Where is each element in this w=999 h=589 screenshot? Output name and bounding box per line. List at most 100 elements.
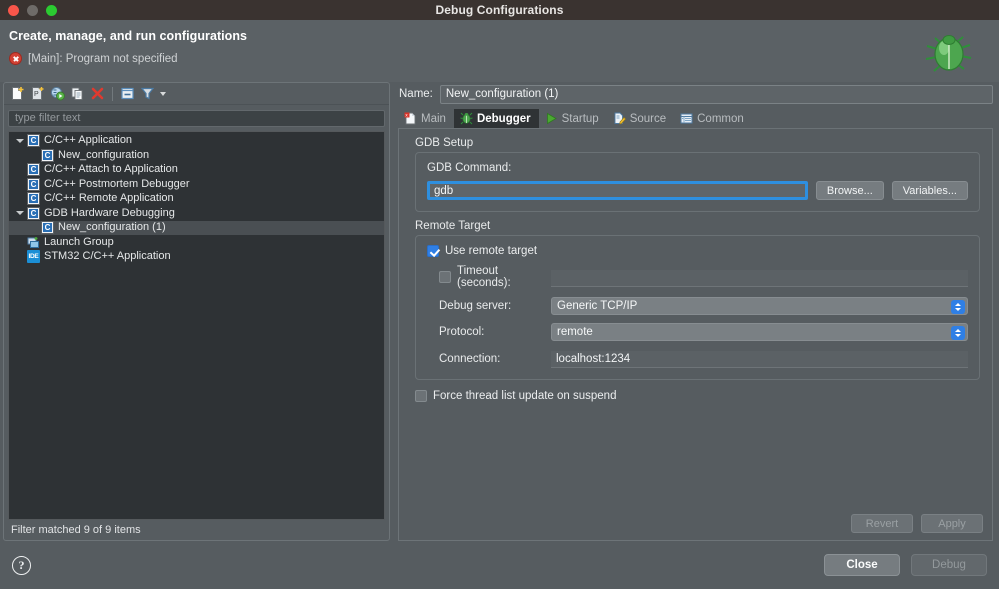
remote-target-title: Remote Target xyxy=(415,220,992,232)
configuration-editor: Name: xMain Debugger Startup Source Common G… xyxy=(394,82,996,541)
tree-item[interactable]: IDESTM32 C/C++ Application xyxy=(9,250,384,265)
tree-item[interactable]: New_configuration xyxy=(9,148,384,163)
force-thread-update-checkbox[interactable] xyxy=(415,390,427,402)
tree-item-label: STM32 C/C++ Application xyxy=(44,250,171,263)
force-thread-update-row[interactable]: Force thread list update on suspend xyxy=(415,390,992,402)
tree-item[interactable]: C/C++ Attach to Application xyxy=(9,163,384,178)
c-config-icon xyxy=(27,163,40,176)
page-title: Create, manage, and run configurations xyxy=(9,29,999,43)
timeout-checkbox[interactable] xyxy=(439,271,451,283)
filter-status: Filter matched 9 of 9 items xyxy=(4,520,389,540)
use-remote-target-checkbox[interactable] xyxy=(427,245,439,257)
tree-item[interactable]: GDB Hardware Debugging xyxy=(9,206,384,221)
tab-label: Debugger xyxy=(477,113,531,125)
remote-target-group: Use remote target Timeout (seconds): Deb… xyxy=(415,235,980,380)
configurations-tree[interactable]: C/C++ ApplicationNew_configurationC/C++ … xyxy=(8,131,385,521)
chevron-down-icon[interactable] xyxy=(13,211,27,215)
new-launch-group-icon[interactable] xyxy=(49,85,66,102)
use-remote-target-row[interactable]: Use remote target xyxy=(427,245,968,257)
common-table-icon xyxy=(680,112,693,125)
footer-buttons: Close Debug xyxy=(824,554,987,576)
tree-item-label: C/C++ Application xyxy=(44,134,132,147)
configurations-toolbar: P xyxy=(4,83,389,105)
tab-label: Startup xyxy=(562,113,599,125)
tab-label: Main xyxy=(421,113,446,125)
filter-row xyxy=(4,105,389,131)
gdb-setup-title: GDB Setup xyxy=(415,137,992,149)
timeout-input[interactable] xyxy=(551,270,968,287)
tree-item-label: C/C++ Attach to Application xyxy=(44,163,178,176)
filter-dropdown-caret-icon[interactable] xyxy=(160,92,166,96)
dialog-body: P xyxy=(0,82,999,541)
dialog-footer: ? Close Debug xyxy=(0,541,999,589)
filter-icon[interactable] xyxy=(139,85,156,102)
timeout-row: Timeout (seconds): xyxy=(427,265,968,289)
gdb-command-row: Browse... Variables... xyxy=(427,181,968,200)
tree-item-label: New_configuration (1) xyxy=(58,221,166,234)
tree-item[interactable]: C/C++ Application xyxy=(9,134,384,149)
tab-common[interactable]: Common xyxy=(674,109,752,128)
debug-button[interactable]: Debug xyxy=(911,554,987,576)
c-config-icon xyxy=(27,178,40,191)
gdb-command-label: GDB Command: xyxy=(427,162,968,174)
svg-text:P: P xyxy=(34,91,39,98)
new-configuration-icon[interactable] xyxy=(9,85,26,102)
tab-debugger[interactable]: Debugger xyxy=(454,109,539,128)
c-config-icon xyxy=(27,134,40,147)
delete-icon[interactable] xyxy=(89,85,106,102)
status-message-row: [Main]: Program not specified xyxy=(9,52,999,65)
chevron-updown-icon[interactable] xyxy=(951,326,965,340)
close-button[interactable]: Close xyxy=(824,554,900,576)
duplicate-icon[interactable] xyxy=(69,85,86,102)
debug-server-label: Debug server: xyxy=(439,300,551,312)
connection-row: Connection: xyxy=(427,349,968,368)
gdb-command-input[interactable] xyxy=(427,181,808,200)
tree-item[interactable]: C/C++ Remote Application xyxy=(9,192,384,207)
configuration-name-row: Name: xyxy=(394,82,996,104)
tab-source[interactable]: Source xyxy=(607,109,674,128)
apply-revert-buttons: Revert Apply xyxy=(851,514,983,533)
configuration-name-input[interactable] xyxy=(440,85,993,104)
source-edit-icon xyxy=(613,112,626,125)
toolbar-separator xyxy=(112,87,113,101)
configurations-panel: P xyxy=(3,82,390,541)
tree-item-label: Launch Group xyxy=(44,236,114,249)
apply-button[interactable]: Apply xyxy=(921,514,983,533)
protocol-select[interactable]: remote xyxy=(551,323,968,341)
tree-item[interactable]: New_configuration (1) xyxy=(9,221,384,236)
debug-server-row: Debug server: Generic TCP/IP xyxy=(427,297,968,315)
force-thread-update-label: Force thread list update on suspend xyxy=(433,390,616,402)
tab-main[interactable]: xMain xyxy=(398,109,454,128)
chevron-updown-icon[interactable] xyxy=(951,300,965,314)
revert-button[interactable]: Revert xyxy=(851,514,913,533)
debug-server-select[interactable]: Generic TCP/IP xyxy=(551,297,968,315)
debug-server-value: Generic TCP/IP xyxy=(557,300,637,312)
gdb-setup-group: GDB Command: Browse... Variables... xyxy=(415,152,980,212)
dialog-header: Create, manage, and run configurations [… xyxy=(0,20,999,82)
bug-icon xyxy=(460,112,473,125)
c-config-icon xyxy=(27,207,40,220)
tree-item[interactable]: C/C++ Postmortem Debugger xyxy=(9,177,384,192)
variables-button[interactable]: Variables... xyxy=(892,181,968,200)
connection-input[interactable] xyxy=(551,351,968,368)
tree-item-label: C/C++ Postmortem Debugger xyxy=(44,178,190,191)
help-icon[interactable]: ? xyxy=(12,556,31,575)
chevron-down-icon[interactable] xyxy=(13,139,27,143)
launch-group-icon xyxy=(27,236,40,249)
tab-startup[interactable]: Startup xyxy=(539,109,607,128)
protocol-label: Protocol: xyxy=(439,326,551,338)
green-bug-icon xyxy=(911,34,981,82)
new-prototype-icon[interactable]: P xyxy=(29,85,46,102)
browse-button[interactable]: Browse... xyxy=(816,181,884,200)
c-config-icon xyxy=(27,192,40,205)
collapse-all-icon[interactable] xyxy=(119,85,136,102)
tab-label: Common xyxy=(697,113,744,125)
filter-input[interactable] xyxy=(8,110,385,127)
tree-item-label: GDB Hardware Debugging xyxy=(44,207,175,220)
c-config-icon xyxy=(41,149,54,162)
window-titlebar: Debug Configurations xyxy=(0,0,999,20)
status-message: [Main]: Program not specified xyxy=(28,53,178,65)
editor-tabs: xMain Debugger Startup Source Common xyxy=(398,109,993,129)
name-label: Name: xyxy=(399,88,433,100)
tree-item[interactable]: Launch Group xyxy=(9,235,384,250)
